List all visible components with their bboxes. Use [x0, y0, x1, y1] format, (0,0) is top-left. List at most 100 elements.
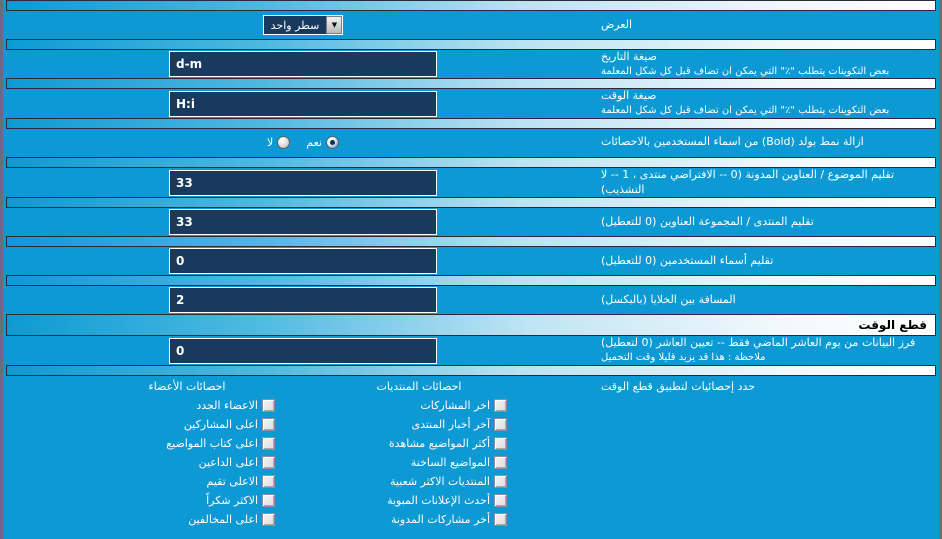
- list-item[interactable]: آخر أخبار المنتدى: [307, 415, 531, 434]
- time-format-input[interactable]: [169, 90, 437, 117]
- list-item[interactable]: اعلى المشاركين: [75, 415, 299, 434]
- setting-label-timecut-days: فرز البيانات من يوم العاشر الماضي فقط --…: [597, 336, 933, 364]
- list-item[interactable]: اعلى كتاب المواضيع: [75, 434, 299, 453]
- separator-bar: [6, 78, 936, 90]
- list-item-label: المواضيع الساخنة: [410, 455, 490, 469]
- checkbox-icon[interactable]: [494, 455, 507, 469]
- list-item[interactable]: المواضيع الساخنة: [307, 453, 531, 472]
- setting-control-trim-forum-titles: [9, 209, 597, 236]
- list-item-label: اخر المشاركات: [420, 398, 490, 412]
- setting-control-timecut-days: [9, 337, 597, 364]
- timecut-stats-head: حدد إحصائيات لتطبيق قطع الوقت احصائات ال…: [9, 380, 933, 529]
- list-item-label: اعلى الداعين: [198, 455, 258, 469]
- settings-page: العرض ▼ سطر واحد صيغة التاريخ بعض التكوي…: [0, 0, 942, 539]
- trim-thread-titles-input[interactable]: [169, 169, 437, 196]
- stats-column-members: احصائات الأعضاء الاعضاء الجدد اعلى المشا…: [71, 380, 303, 529]
- cellspacing-input[interactable]: [169, 287, 437, 314]
- separator-bar: [6, 0, 936, 11]
- radio-no-icon[interactable]: [277, 136, 291, 150]
- separator-bar: [6, 156, 936, 168]
- checkbox-icon[interactable]: [494, 474, 507, 488]
- setting-row-trim-forum-titles: تقليم المنتدى / المجموعة العناوين (0 للت…: [3, 208, 939, 236]
- setting-control-date-format: [9, 51, 597, 78]
- setting-label-text: المسافة بين الخلايا (بالبكسل): [601, 292, 736, 306]
- timecut-days-input[interactable]: [169, 337, 437, 364]
- setting-row-date-format: صيغة التاريخ بعض التكوينات يتطلب "٪" الت…: [3, 50, 939, 78]
- list-item[interactable]: الاعضاء الجدد: [75, 396, 299, 415]
- checkbox-icon[interactable]: [262, 512, 275, 526]
- section-title-text: قطع الوقت: [858, 318, 927, 333]
- setting-row-remove-bold: ازالة نمط بولد (Bold) من اسماء المستخدمي…: [3, 129, 939, 157]
- list-item[interactable]: الاكثر شكراً: [75, 491, 299, 510]
- list-item-label: آخر أخبار المنتدى: [411, 417, 490, 431]
- setting-label-trim-thread-titles: تقليم الموضوع / العناوين المدونة (0 -- ا…: [597, 168, 933, 198]
- list-item[interactable]: أحدث الإعلانات المبوبة: [307, 491, 531, 510]
- separator-bar: [6, 236, 936, 248]
- setting-row-cellspacing: المسافة بين الخلايا (بالبكسل): [3, 286, 939, 314]
- separator-bar: [6, 39, 936, 50]
- list-item[interactable]: الاعلى تقيم: [75, 472, 299, 491]
- trim-forum-titles-input[interactable]: [169, 209, 437, 236]
- list-item-label: أخر مشاركات المدونة: [390, 512, 490, 526]
- checkbox-icon[interactable]: [262, 436, 275, 450]
- setting-label-time-format: صيغة الوقت بعض التكوينات يتطلب "٪" التي …: [597, 89, 933, 117]
- setting-label-date-format: صيغة التاريخ بعض التكوينات يتطلب "٪" الت…: [597, 50, 933, 78]
- setting-row-trim-thread-titles: تقليم الموضوع / العناوين المدونة (0 -- ا…: [3, 168, 939, 198]
- setting-row-trim-usernames: تقليم أسماء المستخدمين (0 للتعطيل): [3, 247, 939, 275]
- checkbox-icon[interactable]: [494, 493, 507, 507]
- checkbox-icon[interactable]: [494, 398, 507, 412]
- stats-column-forums-title: احصائات المنتديات: [376, 379, 462, 393]
- checkbox-icon[interactable]: [262, 474, 275, 488]
- setting-control-cellspacing: [9, 287, 597, 314]
- remove-bold-radio-group: نعم لا: [267, 136, 339, 150]
- display-mode-select[interactable]: ▼ سطر واحد: [262, 15, 344, 35]
- setting-label-text: العرض: [601, 17, 633, 31]
- setting-label-text: صيغة الوقت: [601, 89, 657, 103]
- radio-option-no[interactable]: لا: [267, 136, 291, 150]
- chevron-down-icon[interactable]: ▼: [326, 16, 343, 34]
- setting-label-text: صيغة التاريخ: [601, 50, 657, 63]
- setting-label-display: العرض: [597, 18, 933, 33]
- date-format-input[interactable]: [169, 51, 437, 78]
- list-item[interactable]: اعلى المخالفين: [75, 510, 299, 529]
- checkbox-icon[interactable]: [262, 417, 275, 431]
- setting-row-time-format: صيغة الوقت بعض التكوينات يتطلب "٪" التي …: [3, 89, 939, 117]
- list-item[interactable]: اخر المشاركات: [307, 396, 531, 415]
- list-item-label: اعلى المشاركين: [183, 417, 258, 431]
- list-item[interactable]: اعلى الداعين: [75, 453, 299, 472]
- timecut-stats-section: حدد إحصائيات لتطبيق قطع الوقت احصائات ال…: [3, 376, 939, 529]
- timecut-stats-columns: احصائات المنتديات اخر المشاركات آخر أخبا…: [9, 380, 597, 529]
- radio-no-label: لا: [267, 136, 274, 150]
- list-item-label: الاعضاء الجدد: [196, 398, 258, 412]
- setting-label-hint: بعض التكوينات يتطلب "٪" التي يمكن ان تضا…: [601, 65, 890, 77]
- checkbox-icon[interactable]: [262, 398, 275, 412]
- display-mode-value: سطر واحد: [270, 18, 320, 32]
- list-item-label: أحدث الإعلانات المبوبة: [387, 493, 490, 507]
- setting-label-trim-forum-titles: تقليم المنتدى / المجموعة العناوين (0 للت…: [597, 215, 933, 230]
- setting-control-trim-usernames: [9, 248, 597, 275]
- checkbox-icon[interactable]: [494, 436, 507, 450]
- setting-control-time-format: [9, 90, 597, 117]
- checkbox-icon[interactable]: [262, 493, 275, 507]
- list-item-label: الاكثر شكراً: [206, 493, 258, 507]
- checkbox-icon[interactable]: [494, 417, 507, 431]
- setting-control-remove-bold: نعم لا: [9, 136, 597, 150]
- checkbox-icon[interactable]: [494, 512, 507, 526]
- radio-yes-icon[interactable]: [326, 136, 339, 150]
- timecut-stats-label: حدد إحصائيات لتطبيق قطع الوقت: [601, 379, 756, 393]
- list-item-label: اعلى كتاب المواضيع: [166, 436, 258, 450]
- setting-label-text: تقليم المنتدى / المجموعة العناوين (0 للت…: [601, 214, 814, 228]
- checkbox-icon[interactable]: [262, 455, 275, 469]
- setting-row-display: العرض ▼ سطر واحد: [3, 11, 939, 39]
- setting-label-text: تقليم الموضوع / العناوين المدونة (0 -- ا…: [601, 167, 895, 196]
- setting-label-text: ازالة نمط بولد (Bold) من اسماء المستخدمي…: [601, 135, 864, 149]
- radio-option-yes[interactable]: نعم: [306, 136, 339, 150]
- list-item[interactable]: أخر مشاركات المدونة: [307, 510, 531, 529]
- setting-label-text: فرز البيانات من يوم العاشر الماضي فقط --…: [601, 336, 916, 350]
- separator-bar: [6, 197, 936, 209]
- setting-label-text: تقليم أسماء المستخدمين (0 للتعطيل): [601, 253, 774, 267]
- list-item[interactable]: المنتديات الاكثر شعبية: [307, 472, 531, 491]
- list-item[interactable]: أكثر المواضيع مشاهدة: [307, 434, 531, 453]
- trim-usernames-input[interactable]: [169, 248, 437, 275]
- list-item-label: الاعلى تقيم: [206, 474, 258, 488]
